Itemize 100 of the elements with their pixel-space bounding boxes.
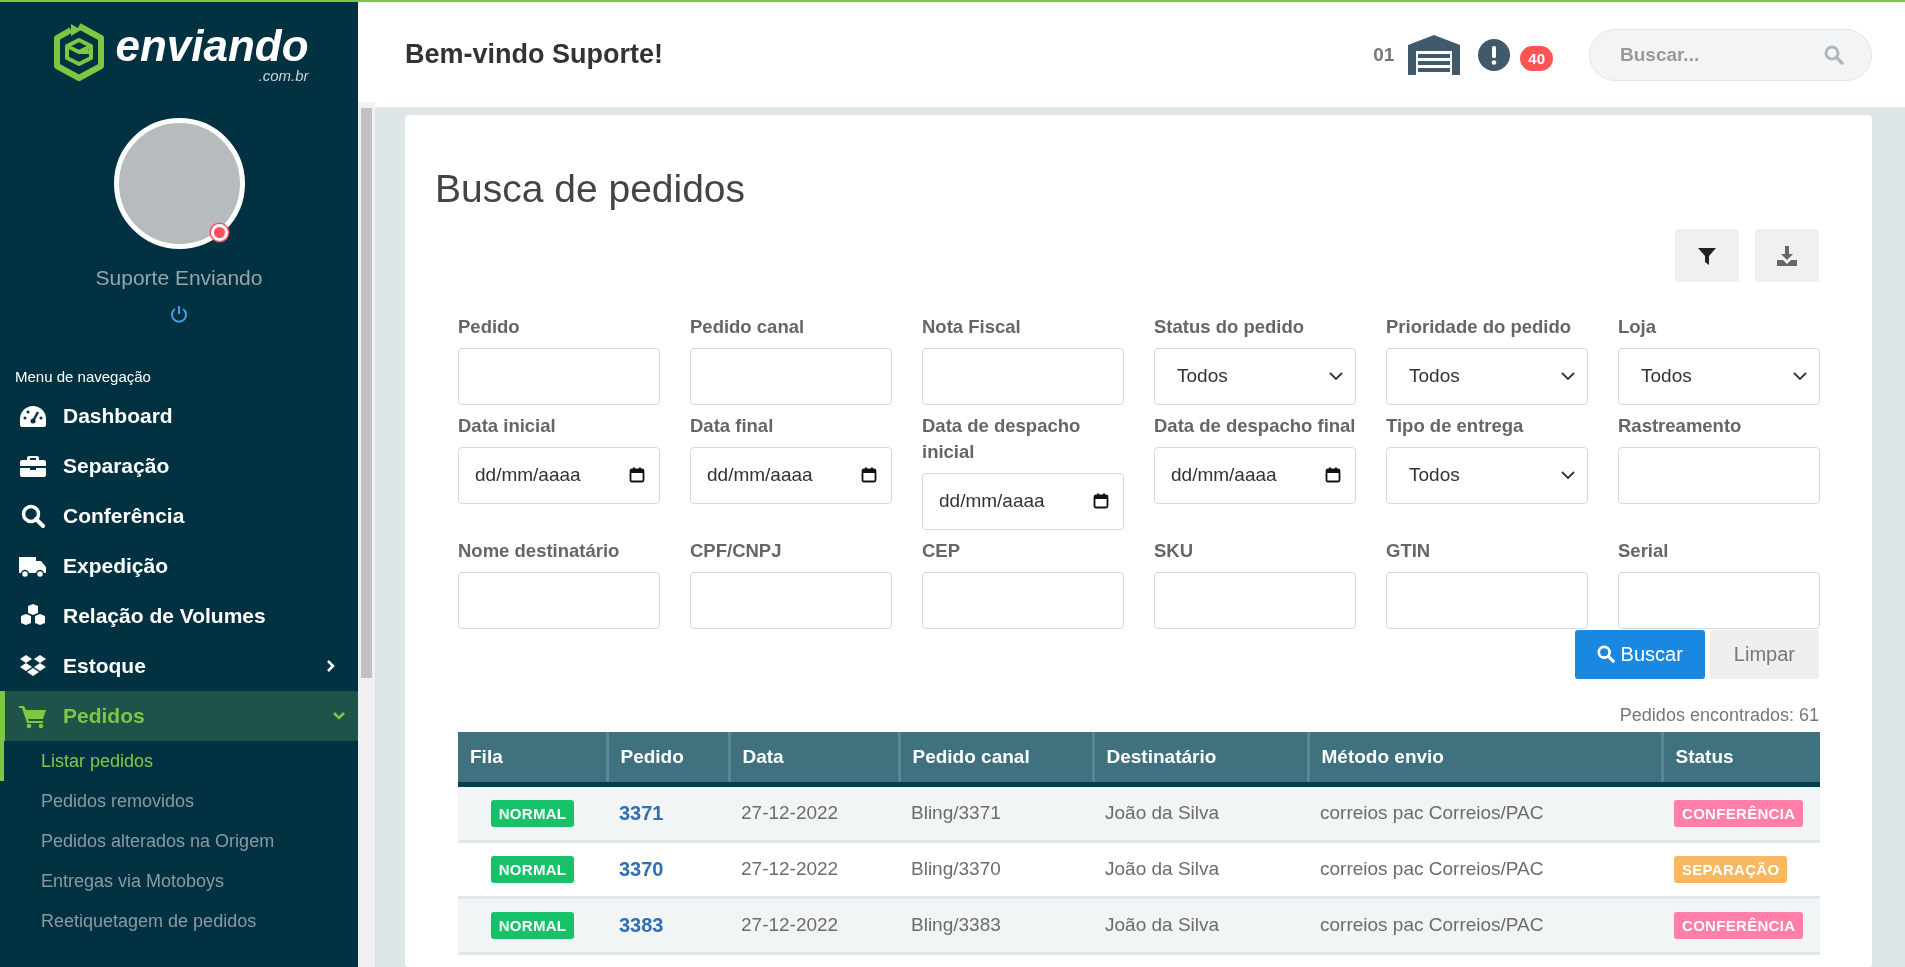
column-header[interactable]: Fila <box>458 731 607 785</box>
select-field[interactable]: Todos <box>1154 347 1356 405</box>
text-field[interactable] <box>1386 571 1588 629</box>
submenu-item[interactable]: Pedidos removidos <box>0 781 358 821</box>
nav-item[interactable]: Dashboard <box>0 391 358 441</box>
gauge-icon <box>18 403 48 429</box>
column-header[interactable]: Destinatário <box>1093 731 1308 785</box>
field-label: GTIN <box>1386 538 1432 563</box>
text-field[interactable] <box>922 571 1124 629</box>
text-field[interactable] <box>922 347 1124 405</box>
field-label: Data final <box>690 413 775 438</box>
field-label: Serial <box>1618 538 1670 563</box>
download-button[interactable] <box>1755 229 1819 282</box>
field-label: Data de despacho final <box>1154 413 1356 438</box>
date-field[interactable]: dd/mm/aaaa <box>1154 446 1356 504</box>
text-field[interactable] <box>690 571 892 629</box>
submenu-item[interactable]: Reetiquetagem de pedidos <box>0 901 358 941</box>
filter-button[interactable] <box>1675 229 1739 282</box>
download-icon <box>1776 244 1798 267</box>
boxes-icon <box>18 653 48 679</box>
field-label: Loja <box>1618 315 1658 339</box>
column-header[interactable]: Status <box>1662 731 1820 785</box>
field-label: Rastreamento <box>1618 413 1743 438</box>
greeting: Bem-vindo Suporte! <box>405 39 663 70</box>
text-field[interactable] <box>1618 446 1820 504</box>
table-cell: 27-12-2022 <box>729 784 899 842</box>
select-field[interactable]: Todos <box>1386 347 1588 405</box>
table-cell: 27-12-2022 <box>729 897 899 954</box>
nav-item[interactable]: Separação <box>0 441 358 491</box>
table-cell: Bling/3383 <box>899 897 1093 954</box>
text-field[interactable] <box>1618 571 1820 629</box>
field-label: Prioridade do pedido <box>1386 315 1572 339</box>
text-field[interactable] <box>1154 571 1356 629</box>
filter-icon <box>1697 245 1717 266</box>
chevron-down-icon <box>1793 371 1807 382</box>
queue-badge: NORMAL <box>490 799 575 827</box>
field-label: Data de despacho inicial <box>922 413 1082 464</box>
date-field[interactable]: dd/mm/aaaa <box>458 446 660 504</box>
field-label: Tipo de entrega <box>1386 413 1525 438</box>
search-icon <box>1596 645 1615 664</box>
select-field[interactable]: Todos <box>1618 347 1820 405</box>
logo-domain: .com.br <box>258 67 309 83</box>
column-header[interactable]: Data <box>729 731 899 785</box>
column-header[interactable]: Pedido canal <box>899 731 1093 785</box>
date-field[interactable]: dd/mm/aaaa <box>690 446 892 504</box>
nav-title: Menu de navegação <box>15 368 152 385</box>
field-label: Nota Fiscal <box>922 315 1022 339</box>
column-header[interactable]: Pedido <box>607 731 729 785</box>
search-field[interactable]: Buscar... <box>1589 28 1872 81</box>
nav-item[interactable]: Conferência <box>0 491 358 541</box>
select-field[interactable]: Todos <box>1386 446 1588 504</box>
field-label: Status do pedido <box>1154 315 1306 339</box>
table-cell: João da Silva <box>1093 784 1308 842</box>
status-dot <box>210 224 228 241</box>
clear-button[interactable]: Limpar <box>1709 629 1819 679</box>
sidebar-scrollbar[interactable] <box>358 102 375 967</box>
cart-icon <box>18 703 48 729</box>
nav-item[interactable]: Expedição <box>0 541 358 591</box>
status-badge: CONFERÊNCIA <box>1674 911 1804 939</box>
order-link[interactable]: 3370 <box>619 857 664 880</box>
calendar-icon <box>1325 466 1341 483</box>
results-count: Pedidos encontrados: 61 <box>1618 704 1819 726</box>
calendar-icon <box>629 466 645 483</box>
search-button[interactable]: Buscar <box>1574 629 1705 679</box>
field-label: Pedido canal <box>690 315 806 339</box>
order-link[interactable]: 3371 <box>619 801 664 824</box>
field-label: Pedido <box>458 315 521 339</box>
column-header[interactable]: Método envio <box>1308 731 1662 785</box>
nav-item[interactable]: Pedidos <box>0 691 358 741</box>
warehouse-icon[interactable] <box>1408 34 1461 75</box>
calendar-icon <box>861 466 877 483</box>
alert-count-badge: 40 <box>1520 46 1553 71</box>
chevron-down-icon <box>1329 371 1343 382</box>
queue-badge: NORMAL <box>490 911 575 939</box>
queue-badge: NORMAL <box>490 855 575 883</box>
date-field[interactable]: dd/mm/aaaa <box>922 472 1124 530</box>
nav-item[interactable]: Relação de Volumes <box>0 591 358 641</box>
power-icon[interactable] <box>169 304 189 324</box>
field-label: Data inicial <box>458 413 557 438</box>
field-label: Nome destinatário <box>458 538 621 563</box>
text-field[interactable] <box>690 347 892 405</box>
warehouse-count: 01 <box>1373 43 1395 66</box>
briefcase-icon <box>18 453 48 479</box>
search-icon <box>1824 44 1844 65</box>
status-badge: SEPARAÇÃO <box>1674 855 1788 883</box>
text-field[interactable] <box>458 571 660 629</box>
submenu-item[interactable]: Entregas via Motoboys <box>0 861 358 901</box>
logo-wordmark: enviando <box>115 23 309 68</box>
field-label: SKU <box>1154 538 1195 563</box>
submenu-item[interactable]: Pedidos alterados na Origem <box>0 821 358 861</box>
page-title: Busca de pedidos <box>435 167 747 211</box>
table-cell: correios pac Correios/PAC <box>1308 784 1662 842</box>
alert-icon[interactable] <box>1478 38 1511 71</box>
text-field[interactable] <box>458 347 660 405</box>
nav-item[interactable]: Estoque <box>0 641 358 691</box>
table-cell: Bling/3371 <box>899 784 1093 842</box>
status-badge: CONFERÊNCIA <box>1674 799 1804 827</box>
field-label: CEP <box>922 538 962 563</box>
order-link[interactable]: 3383 <box>619 913 664 936</box>
chevron-down-icon <box>1561 371 1575 382</box>
